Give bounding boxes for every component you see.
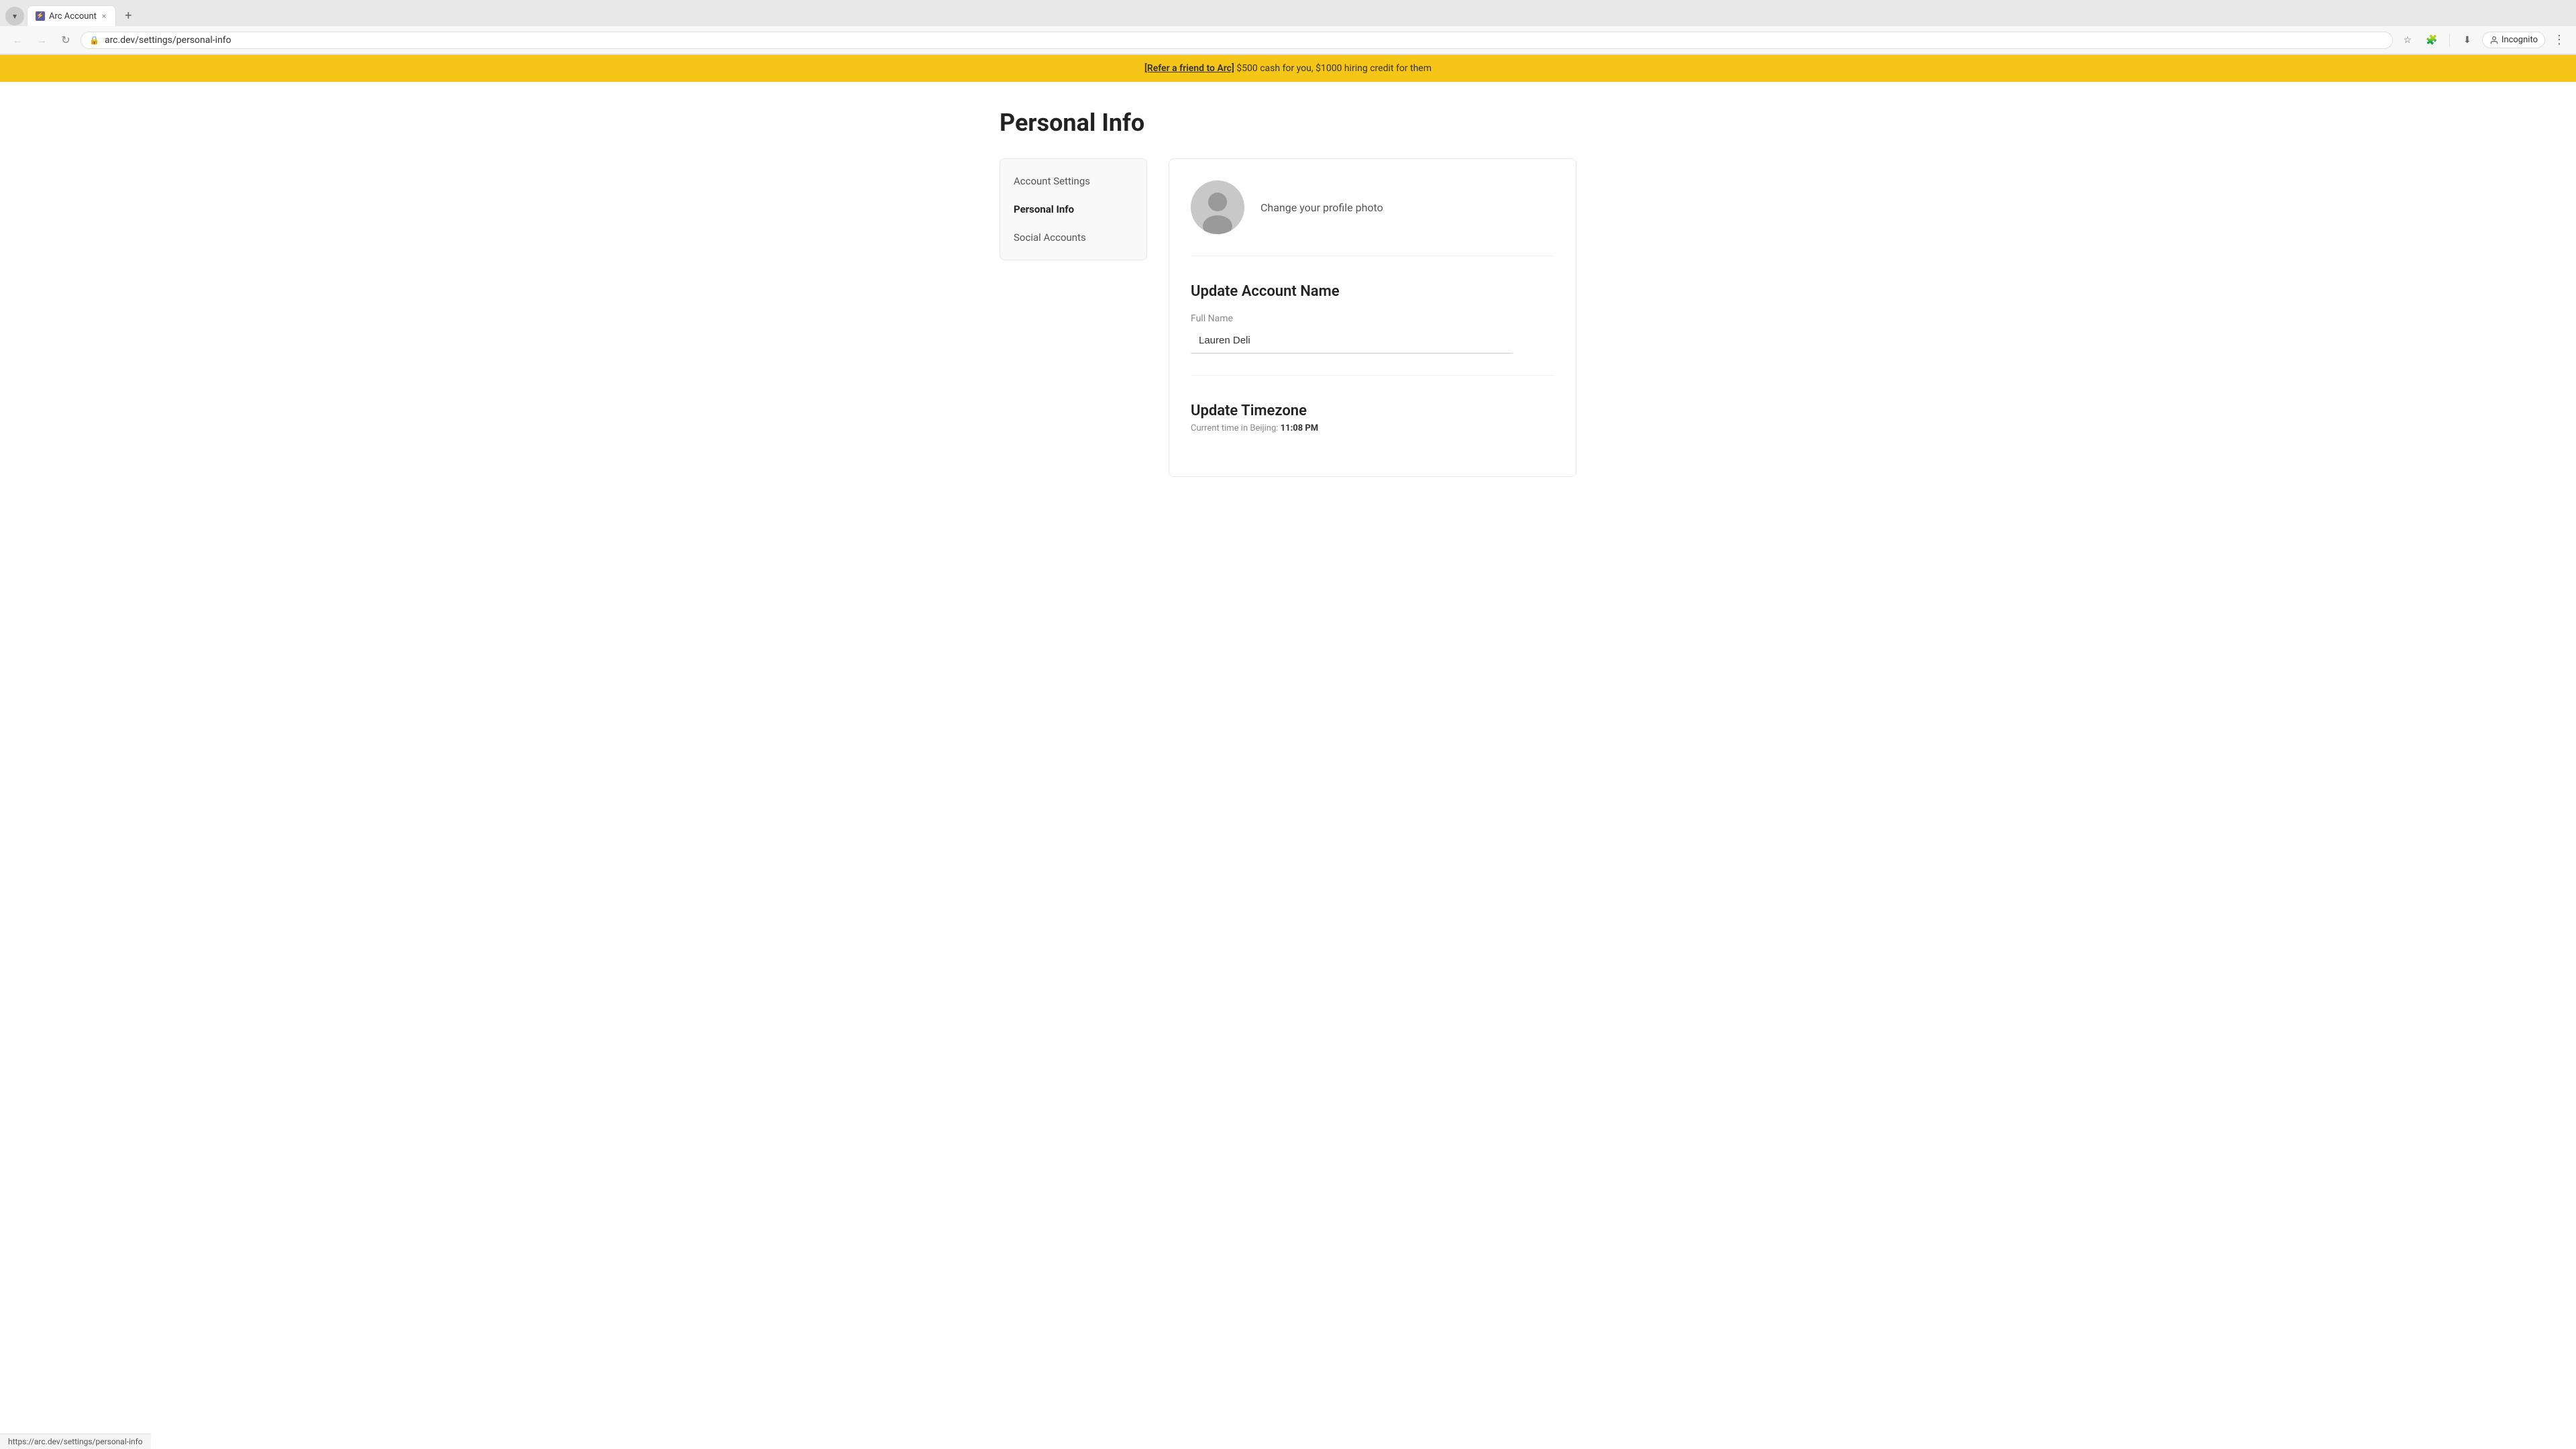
referral-link[interactable]: [Refer a friend to Arc] xyxy=(1144,63,1234,74)
update-name-section: Update Account Name Full Name xyxy=(1191,283,1554,376)
sidebar-item-personal-info[interactable]: Personal Info xyxy=(1000,195,1146,223)
more-options-button[interactable]: ⋮ xyxy=(2551,30,2568,50)
nav-divider xyxy=(2449,34,2450,47)
avatar[interactable] xyxy=(1191,180,1244,234)
forward-button[interactable]: → xyxy=(32,31,51,50)
tab-title: Arc Account xyxy=(49,11,97,21)
tab-close-button[interactable]: × xyxy=(101,10,107,22)
full-name-label: Full Name xyxy=(1191,313,1554,324)
content-area: Change your profile photo Update Account… xyxy=(1169,158,1576,477)
main-content: Personal Info Account Settings Personal … xyxy=(986,82,1590,504)
back-button[interactable]: ← xyxy=(8,31,27,50)
update-timezone-section: Update Timezone Current time in Beijing:… xyxy=(1191,402,1554,455)
browser-tab-active[interactable]: Arc Account × xyxy=(27,5,116,26)
timezone-time: 11:08 PM xyxy=(1281,423,1319,433)
update-timezone-title: Update Timezone xyxy=(1191,402,1554,419)
incognito-button[interactable]: Incognito xyxy=(2482,32,2545,48)
update-name-title: Update Account Name xyxy=(1191,283,1554,300)
tab-bar: ▾ Arc Account × + xyxy=(0,0,2576,26)
download-button[interactable]: ⬇ xyxy=(2458,31,2477,50)
timezone-note: Current time in Beijing: 11:08 PM xyxy=(1191,423,1554,433)
change-photo-button[interactable]: Change your profile photo xyxy=(1260,201,1383,214)
address-bar[interactable]: 🔒 arc.dev/settings/personal-info xyxy=(80,32,2393,49)
sidebar-item-social-accounts[interactable]: Social Accounts xyxy=(1000,223,1146,252)
bookmark-button[interactable]: ☆ xyxy=(2398,31,2417,50)
page-title: Personal Info xyxy=(986,109,1590,137)
tab-favicon-icon xyxy=(36,11,45,21)
referral-banner: [Refer a friend to Arc] $500 cash for yo… xyxy=(0,55,2576,82)
address-lock-icon: 🔒 xyxy=(89,36,99,45)
tab-switcher[interactable]: ▾ xyxy=(5,7,24,25)
status-bar: https://arc.dev/settings/personal-info xyxy=(0,1434,151,1449)
banner-text: $500 cash for you, $1000 hiring credit f… xyxy=(1234,63,1432,74)
new-tab-button[interactable]: + xyxy=(119,7,138,25)
sidebar-nav: Account Settings Personal Info Social Ac… xyxy=(1000,158,1147,260)
full-name-input[interactable] xyxy=(1191,328,1513,354)
status-url: https://arc.dev/settings/personal-info xyxy=(8,1437,143,1446)
incognito-icon xyxy=(2489,36,2499,45)
nav-bar: ← → ↻ 🔒 arc.dev/settings/personal-info ☆… xyxy=(0,26,2576,54)
nav-actions: ☆ 🧩 ⬇ Incognito ⋮ xyxy=(2398,30,2568,50)
profile-photo-section: Change your profile photo xyxy=(1191,180,1554,256)
extensions-button[interactable]: 🧩 xyxy=(2422,31,2441,50)
address-text: arc.dev/settings/personal-info xyxy=(105,35,2384,46)
content-layout: Account Settings Personal Info Social Ac… xyxy=(986,158,1590,477)
reload-button[interactable]: ↻ xyxy=(56,31,75,50)
incognito-label: Incognito xyxy=(2502,35,2538,45)
sidebar-item-account-settings[interactable]: Account Settings xyxy=(1000,167,1146,195)
browser-chrome: ▾ Arc Account × + ← → ↻ 🔒 arc.dev/settin… xyxy=(0,0,2576,55)
avatar-icon xyxy=(1191,180,1244,234)
